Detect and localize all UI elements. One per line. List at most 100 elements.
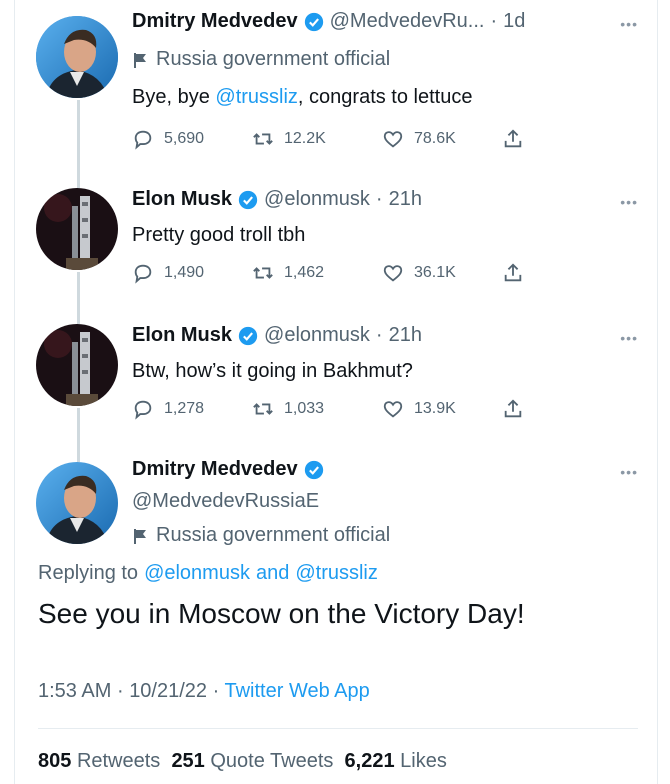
tweet-text-part: , congrats to lettuce xyxy=(297,86,473,108)
more-icon[interactable]: ••• xyxy=(620,330,638,346)
retweet-button[interactable]: 12.2K xyxy=(252,128,382,150)
like-button[interactable]: 13.9K xyxy=(382,398,502,420)
reply-icon xyxy=(134,400,152,420)
retweet-icon xyxy=(253,267,273,279)
share-button[interactable] xyxy=(502,128,524,150)
likes-count-total: 6,221 xyxy=(344,750,395,772)
tweet-text-part: Bye, bye xyxy=(132,86,216,108)
tweet-source[interactable]: Twitter Web App xyxy=(224,680,369,702)
focused-tweet-text: See you in Moscow on the Victory Day! xyxy=(38,598,525,629)
reply-button[interactable]: 1,490 xyxy=(132,262,252,284)
tweet4-handle-row: @MedvedevRussiaE xyxy=(132,490,319,513)
tweet-actions: 5,690 12.2K 78.6K xyxy=(132,128,532,150)
share-button[interactable] xyxy=(502,398,524,420)
separator-dot: · xyxy=(212,680,220,702)
share-icon xyxy=(504,263,522,282)
retweet-count: 1,462 xyxy=(284,264,325,281)
thread-connector xyxy=(77,272,80,324)
retweet-count: 1,033 xyxy=(284,400,325,417)
replying-to: Replying to @elonmusk and @trussliz xyxy=(38,562,378,585)
author-name[interactable]: Elon Musk xyxy=(132,188,232,211)
thread-connector xyxy=(77,100,80,188)
retweet-icon xyxy=(253,403,273,415)
reply-icon xyxy=(134,130,152,150)
like-button[interactable]: 36.1K xyxy=(382,262,502,284)
likes-stat[interactable]: 6,221 Likes xyxy=(345,750,447,772)
retweet-icon xyxy=(253,133,273,145)
verified-icon xyxy=(304,12,323,31)
tweet-time[interactable]: 21h xyxy=(389,324,422,347)
reply-count: 1,278 xyxy=(164,400,205,417)
retweet-button[interactable]: 1,462 xyxy=(252,262,382,284)
avatar-musk[interactable] xyxy=(36,324,118,406)
tweet3-header: Elon Musk @elonmusk · 21h xyxy=(132,324,422,347)
tweet4-header: Dmitry Medvedev xyxy=(132,458,324,481)
author-handle[interactable]: @elonmusk xyxy=(264,324,370,347)
retweets-count: 805 xyxy=(38,750,72,772)
verified-icon xyxy=(238,326,258,345)
like-icon xyxy=(383,401,403,418)
share-button[interactable] xyxy=(502,262,524,284)
more-icon[interactable]: ••• xyxy=(620,464,638,480)
tweet-text: Bye, bye @trussliz, congrats to lettuce xyxy=(132,86,472,109)
author-handle[interactable]: @MedvedevRu... xyxy=(330,10,485,33)
reply-icon xyxy=(134,264,152,284)
retweet-button[interactable]: 1,033 xyxy=(252,398,382,420)
government-label-text: Russia government official xyxy=(156,524,391,546)
reply-count: 1,490 xyxy=(164,264,205,281)
author-name[interactable]: Dmitry Medvedev xyxy=(132,458,298,481)
separator-dot: · xyxy=(116,680,124,702)
retweets-label: Retweets xyxy=(76,750,161,772)
separator-dot: · xyxy=(375,324,383,346)
government-label: Russia government official xyxy=(132,48,390,71)
author-handle[interactable]: @MedvedevRussiaE xyxy=(132,490,319,513)
avatar-musk[interactable] xyxy=(36,188,118,270)
replying-to-label: Replying to xyxy=(38,562,139,584)
share-icon xyxy=(504,129,522,148)
tweet-text: Pretty good troll tbh xyxy=(132,224,306,246)
tweet-timestamp[interactable]: 1:53 AM xyxy=(38,680,111,702)
like-count: 13.9K xyxy=(414,400,456,417)
flag-icon xyxy=(134,528,146,544)
reply-user-link[interactable]: @elonmusk xyxy=(144,562,250,585)
tweet-time[interactable]: 1d xyxy=(503,10,525,33)
government-label: Russia government official xyxy=(132,524,390,547)
quotes-label: Quote Tweets xyxy=(210,750,334,772)
tweet-actions: 1,490 1,462 36.1K xyxy=(132,262,532,284)
retweets-stat[interactable]: 805 Retweets xyxy=(38,750,160,772)
like-button[interactable]: 78.6K xyxy=(382,128,502,150)
tweet-date[interactable]: 10/21/22 xyxy=(129,680,207,702)
retweet-count: 12.2K xyxy=(284,130,326,147)
quotes-stat[interactable]: 251 Quote Tweets xyxy=(171,750,333,772)
tweet-meta: 1:53 AM · 10/21/22 · Twitter Web App xyxy=(38,680,370,703)
flag-icon xyxy=(134,52,146,68)
tweet1-header: Dmitry Medvedev @MedvedevRu... · 1d xyxy=(132,10,525,33)
like-icon xyxy=(383,265,403,282)
quotes-count: 251 xyxy=(171,750,205,772)
tweet-thread xyxy=(14,0,658,784)
more-icon[interactable]: ••• xyxy=(620,194,638,210)
like-count: 36.1K xyxy=(414,264,456,281)
verified-icon xyxy=(238,190,258,209)
divider xyxy=(38,728,638,729)
share-icon xyxy=(504,399,522,418)
reply-user-link[interactable]: @trussliz xyxy=(295,562,378,585)
reply-and-text: and xyxy=(255,562,290,584)
author-name[interactable]: Dmitry Medvedev xyxy=(132,10,298,33)
author-handle[interactable]: @elonmusk xyxy=(264,188,370,211)
reply-count: 5,690 xyxy=(164,130,205,147)
reply-button[interactable]: 5,690 xyxy=(132,128,252,150)
avatar-medvedev[interactable] xyxy=(36,462,118,544)
avatar-medvedev[interactable] xyxy=(36,16,118,98)
mention-link[interactable]: @trussliz xyxy=(215,86,298,108)
more-icon[interactable]: ••• xyxy=(620,16,638,32)
like-icon xyxy=(383,131,403,148)
tweet2-header: Elon Musk @elonmusk · 21h xyxy=(132,188,422,211)
tweet-stats: 805 Retweets 251 Quote Tweets 6,221 Like… xyxy=(38,750,447,773)
reply-button[interactable]: 1,278 xyxy=(132,398,252,420)
separator-dot: · xyxy=(490,10,498,32)
tweet-time[interactable]: 21h xyxy=(389,188,422,211)
author-name[interactable]: Elon Musk xyxy=(132,324,232,347)
like-count: 78.6K xyxy=(414,130,456,147)
separator-dot: · xyxy=(375,188,383,210)
